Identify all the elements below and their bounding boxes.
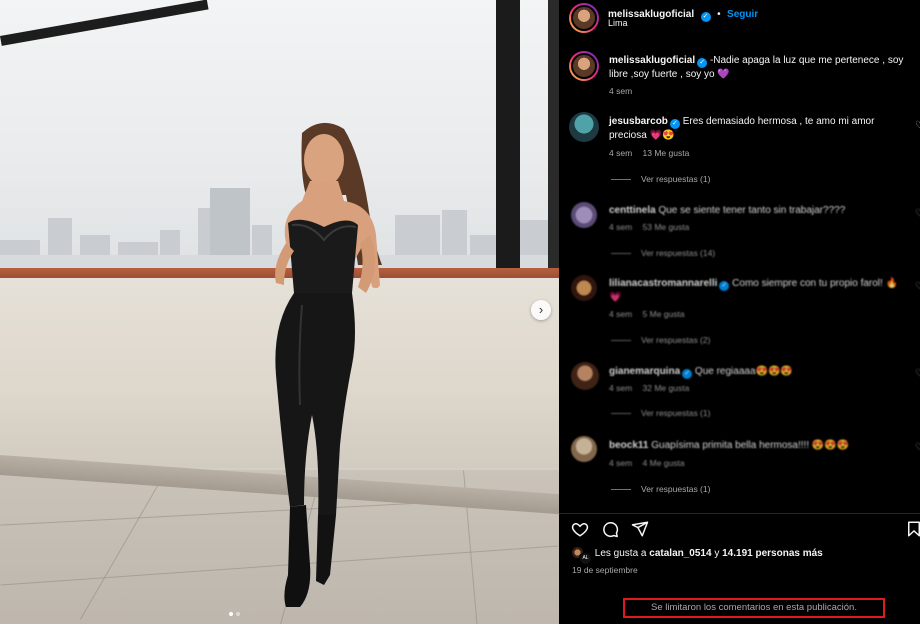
- commenter-username[interactable]: gianemarquina: [609, 366, 680, 377]
- carousel-dot: [236, 612, 240, 616]
- bookmark-icon[interactable]: [905, 520, 920, 538]
- comment-like-heart-icon[interactable]: ♡: [915, 281, 920, 292]
- verified-icon: ✓: [697, 58, 708, 68]
- action-bar: [559, 513, 920, 541]
- comment: jesusbarcob ✓ Eres demasiado hermosa , te…: [559, 110, 920, 190]
- verified-icon: ✓: [700, 12, 711, 22]
- comment-likes[interactable]: 53 Me gusta: [643, 222, 690, 232]
- commenter-avatar[interactable]: [569, 112, 599, 142]
- view-replies[interactable]: Ver respuestas (1): [611, 174, 710, 184]
- woman-figure: [275, 122, 382, 607]
- liker-username[interactable]: catalan_0514: [649, 548, 711, 559]
- view-replies[interactable]: Ver respuestas (14): [611, 248, 715, 258]
- commenter-username[interactable]: beock11: [609, 440, 648, 451]
- liker-avatar: AL: [579, 552, 592, 565]
- post-date[interactable]: 19 de septiembre: [572, 565, 638, 575]
- verified-icon: ✓: [719, 281, 730, 291]
- commenter-avatar[interactable]: [571, 202, 597, 228]
- comment: centtinela Que se siente tener tanto sin…: [559, 200, 920, 265]
- comment-likes[interactable]: 5 Me gusta: [643, 309, 685, 319]
- caption-age: 4 sem: [609, 86, 633, 96]
- likes-joiner: y: [714, 548, 720, 559]
- heart-icon[interactable]: [571, 520, 589, 538]
- post-header: melissaklugoficial ✓ • Seguir Lima: [559, 0, 920, 37]
- view-replies[interactable]: Ver respuestas (2): [611, 335, 710, 345]
- verified-icon: ✓: [669, 119, 680, 129]
- comment-age: 4 sem: [609, 383, 633, 393]
- follow-button[interactable]: Seguir: [727, 9, 758, 20]
- post-side-panel: melissaklugoficial ✓ • Seguir Lima melis…: [559, 0, 920, 624]
- verified-icon: ✓: [682, 369, 693, 379]
- share-icon[interactable]: [631, 520, 649, 538]
- comment: lilianacastromannarelli ✓ Como siempre co…: [559, 273, 920, 348]
- commenter-avatar[interactable]: [571, 436, 597, 462]
- commenter-username[interactable]: lilianacastromannarelli: [609, 278, 717, 289]
- next-photo-button[interactable]: ›: [531, 300, 551, 320]
- comment-age: 4 sem: [609, 458, 633, 468]
- comment-like-heart-icon[interactable]: ♡: [915, 442, 920, 453]
- view-replies[interactable]: Ver respuestas (1): [611, 484, 710, 494]
- comment-age: 4 sem: [609, 222, 633, 232]
- comment-likes[interactable]: 32 Me gusta: [643, 383, 690, 393]
- comment-like-heart-icon[interactable]: ♡: [915, 120, 920, 131]
- comment-text: Que se siente tener tanto sin trabajar??…: [658, 205, 846, 216]
- comment-text: Que regiaaaa😍😍😍: [694, 366, 793, 377]
- comment-age: 4 sem: [609, 309, 633, 319]
- likes-prefix: Les gusta a: [594, 548, 647, 559]
- likes-count[interactable]: 14.191 personas más: [722, 548, 823, 559]
- commenter-avatar[interactable]: [571, 275, 597, 301]
- comment-likes[interactable]: 4 Me gusta: [643, 458, 685, 468]
- post-location[interactable]: Lima: [608, 18, 628, 28]
- window-post: [496, 0, 520, 270]
- comment-like-heart-icon[interactable]: ♡: [915, 368, 920, 379]
- likes-summary: AL Les gusta a catalan_0514 y 14.191 per…: [571, 546, 823, 565]
- carousel-dots: [229, 612, 240, 616]
- author-avatar[interactable]: [569, 51, 599, 81]
- comment: gianemarquina ✓ Que regiaaaa😍😍😍 4 sem 32 …: [559, 360, 920, 425]
- comment-text: Guapísima primita bella hermosa!!!! 😍😍😍: [651, 440, 850, 451]
- carousel-dot: [229, 612, 233, 616]
- view-replies[interactable]: Ver respuestas (1): [611, 408, 710, 418]
- commenter-username[interactable]: jesusbarcob: [609, 116, 668, 127]
- commenter-username[interactable]: centtinela: [609, 205, 656, 216]
- comments-limited-notice: Se limitaron los comentarios en esta pub…: [623, 598, 885, 618]
- comment-likes[interactable]: 13 Me gusta: [643, 148, 690, 158]
- post-photo[interactable]: ›: [0, 0, 559, 624]
- window-post-edge: [548, 0, 559, 270]
- comment-like-heart-icon[interactable]: ♡: [915, 208, 920, 219]
- commenter-avatar[interactable]: [571, 362, 599, 390]
- comment-icon[interactable]: [601, 520, 619, 538]
- caption: melissaklugoficial ✓ -Nadie apaga la luz …: [559, 50, 920, 100]
- chevron-right-icon: ›: [538, 302, 544, 317]
- author-avatar[interactable]: [569, 3, 599, 33]
- comment-age: 4 sem: [609, 148, 633, 158]
- caption-username[interactable]: melissaklugoficial: [609, 55, 695, 66]
